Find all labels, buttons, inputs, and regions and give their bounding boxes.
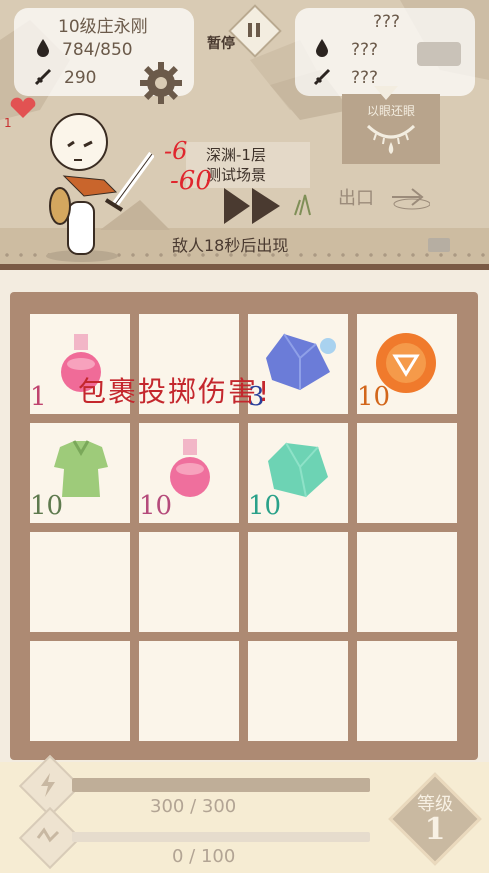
hero-character xyxy=(46,113,154,262)
level-line-1: 深渊-1层 xyxy=(206,146,266,164)
inventory-slot[interactable] xyxy=(357,532,457,632)
damage-number-small: -6 xyxy=(164,137,188,165)
inventory-slot[interactable] xyxy=(248,641,348,741)
blue-crystal-icon xyxy=(260,328,338,398)
enemy-attack: ??? xyxy=(351,68,379,88)
item-count: 10 xyxy=(30,491,64,521)
gear-icon[interactable] xyxy=(138,60,184,106)
item-count: 10 xyxy=(357,382,391,412)
inventory-slot[interactable] xyxy=(139,532,239,632)
drop-icon xyxy=(36,38,50,58)
level-badge-value: 1 xyxy=(424,812,446,847)
energy-text: 300 / 300 xyxy=(150,796,237,817)
enemy-skill-card: 以眼还眼 xyxy=(342,94,440,164)
battle-scene: 10级庄永刚 784/850 290 暂停 ??? ??? ??? 以眼还眼 深… xyxy=(0,0,489,270)
player-hp: 784/850 xyxy=(62,40,133,60)
damage-number-big: -60 xyxy=(170,166,212,196)
pink-potion-icon xyxy=(167,435,215,499)
exit-arrow-icon[interactable] xyxy=(390,184,430,210)
inventory-slot[interactable] xyxy=(248,532,348,632)
skill-label: 以眼还眼 xyxy=(366,104,415,118)
inventory-slot[interactable]: 10 xyxy=(248,423,348,523)
pause-label[interactable]: 暂停 xyxy=(207,33,235,53)
fast-forward-icon[interactable] xyxy=(222,186,284,226)
energy-bar-fill xyxy=(72,778,370,792)
inventory-slot[interactable] xyxy=(357,641,457,741)
inventory-slot[interactable] xyxy=(357,423,457,523)
zigzag-icon xyxy=(36,826,60,846)
pointer-down-icon xyxy=(374,86,398,100)
exp-bar xyxy=(72,832,370,842)
exp-text: 0 / 100 xyxy=(172,846,236,867)
level-line-2: 测试场景 xyxy=(206,166,267,184)
sword-icon xyxy=(34,68,52,86)
inventory-slot[interactable]: 10 xyxy=(30,423,130,523)
lightning-icon xyxy=(38,772,58,798)
eye-icon xyxy=(366,120,416,156)
enemy-portrait-slot xyxy=(417,42,461,66)
player-name: 10级庄永刚 xyxy=(58,17,148,37)
item-count: 10 xyxy=(248,491,282,521)
item-count: 1 xyxy=(30,382,47,412)
enemy-hp: ??? xyxy=(351,40,379,60)
inventory-slot[interactable] xyxy=(139,641,239,741)
inventory-slot[interactable]: 10 xyxy=(357,314,457,414)
item-count: 10 xyxy=(139,491,173,521)
player-attack: 290 xyxy=(64,68,97,88)
enemy-panel: ??? ??? ??? xyxy=(295,8,475,96)
throw-damage-banner: 包裹投掷伤害! xyxy=(78,375,272,408)
enemy-countdown: 敌人18秒后出现 xyxy=(172,236,289,255)
sword-icon xyxy=(313,68,331,86)
exit-label[interactable]: 出口 xyxy=(338,184,374,210)
energy-bar xyxy=(72,778,370,792)
inventory-slot[interactable] xyxy=(30,641,130,741)
inventory-slot[interactable]: 10 xyxy=(139,423,239,523)
float-number: 1 xyxy=(4,116,12,130)
inventory-board: 1 3 10 10 10 10 包裹投掷伤害! xyxy=(10,292,478,760)
enemy-name: ??? xyxy=(373,12,401,32)
pause-icon[interactable] xyxy=(244,20,264,40)
drop-icon xyxy=(315,38,329,58)
inventory-slot[interactable] xyxy=(30,532,130,632)
